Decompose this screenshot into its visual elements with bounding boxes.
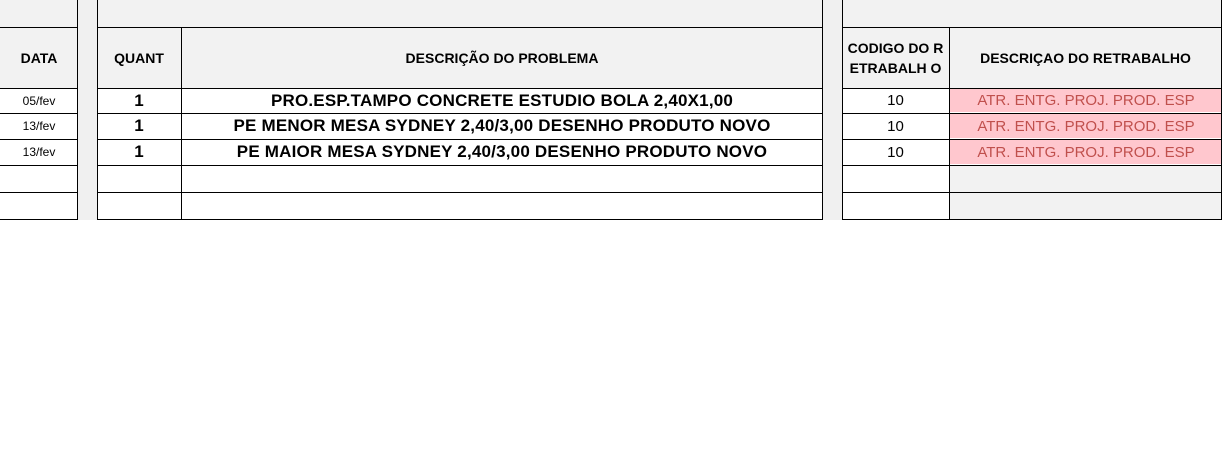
hline-219-a: [0, 219, 78, 220]
row-5-retrabalho[interactable]: [949, 192, 1222, 219]
top-strip-problem: [97, 0, 823, 27]
hline-139-b: [97, 139, 823, 140]
row-2-quant[interactable]: 1: [97, 113, 181, 139]
row-4-quant[interactable]: [97, 165, 181, 192]
vline-181: [181, 27, 182, 220]
row-5-data[interactable]: [0, 192, 78, 219]
hline-165-a: [0, 165, 78, 166]
row-5-problema[interactable]: [181, 192, 823, 219]
hline-88-b: [97, 88, 823, 89]
hline-139-c: [842, 139, 1222, 140]
row-1-retrabalho[interactable]: ATR. ENTG. PROJ. PROD. ESP: [950, 89, 1222, 112]
hline-88-a: [0, 88, 78, 89]
row-4-codigo[interactable]: [842, 165, 949, 192]
hline-165-c: [842, 165, 1222, 166]
row-5-codigo[interactable]: [842, 192, 949, 219]
row-3-data[interactable]: 13/fev: [0, 139, 78, 165]
hline-219-b: [97, 219, 823, 220]
row-3-retrabalho[interactable]: ATR. ENTG. PROJ. PROD. ESP: [950, 140, 1222, 164]
vline-77: [77, 0, 78, 220]
separator-column-2: [823, 0, 842, 220]
hline-192-a: [0, 192, 78, 193]
vline-949: [949, 27, 950, 220]
row-2-codigo[interactable]: 10: [842, 113, 949, 139]
row-4-data[interactable]: [0, 165, 78, 192]
row-2-retrabalho[interactable]: ATR. ENTG. PROJ. PROD. ESP: [950, 114, 1222, 138]
hline-113-a: [0, 113, 78, 114]
header-data: DATA: [0, 27, 78, 88]
hline-header-top: [0, 27, 78, 28]
hline-113-c: [842, 113, 1222, 114]
row-4-problema[interactable]: [181, 165, 823, 192]
top-strip-data: [0, 0, 78, 27]
separator-column-1: [78, 0, 97, 220]
hline-139-a: [0, 139, 78, 140]
hline-header-top-2: [97, 27, 823, 28]
row-5-quant[interactable]: [97, 192, 181, 219]
row-2-problema[interactable]: PE MENOR MESA SYDNEY 2,40/3,00 DESENHO P…: [181, 113, 823, 139]
row-1-codigo[interactable]: 10: [842, 88, 949, 113]
vline-842: [842, 0, 843, 220]
hline-192-b: [97, 192, 823, 193]
row-3-quant[interactable]: 1: [97, 139, 181, 165]
row-3-problema[interactable]: PE MAIOR MESA SYDNEY 2,40/3,00 DESENHO P…: [181, 139, 823, 165]
hline-header-top-3: [842, 27, 1222, 28]
hline-192-c: [842, 192, 1222, 193]
top-strip-rework: [842, 0, 1222, 27]
row-1-quant[interactable]: 1: [97, 88, 181, 113]
row-4-retrabalho[interactable]: [949, 165, 1222, 192]
hline-88-c: [842, 88, 1222, 89]
vline-97: [97, 0, 98, 220]
row-3-codigo[interactable]: 10: [842, 139, 949, 165]
hline-219-c: [842, 219, 1222, 220]
row-2-data[interactable]: 13/fev: [0, 113, 78, 139]
vline-822: [822, 0, 823, 220]
header-descricao-retrabalho: DESCRIÇAO DO RETRABALHO: [949, 27, 1222, 88]
hline-165-b: [97, 165, 823, 166]
header-quant: QUANT: [97, 27, 181, 88]
row-1-problema[interactable]: PRO.ESP.TAMPO CONCRETE ESTUDIO BOLA 2,40…: [181, 88, 823, 113]
row-1-data[interactable]: 05/fev: [0, 88, 78, 113]
hline-113-b: [97, 113, 823, 114]
header-descricao-problema: DESCRIÇÃO DO PROBLEMA: [181, 27, 823, 88]
header-codigo-retrabalho: CODIGO DO RETRABALH O: [842, 27, 949, 88]
